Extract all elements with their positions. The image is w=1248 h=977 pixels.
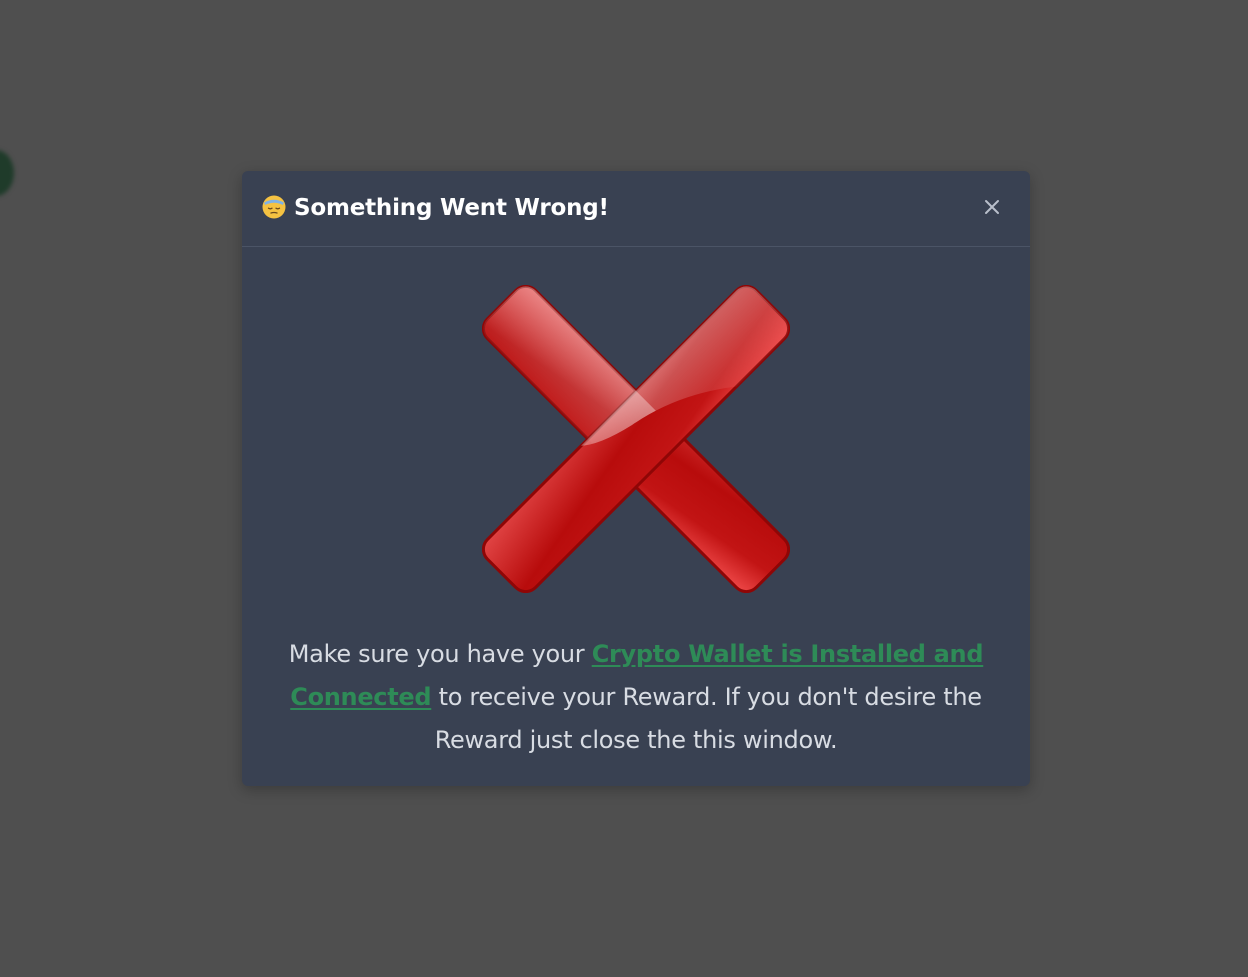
message-text-before: Make sure you have your (288, 640, 592, 668)
dialog-title: Something Went Wrong! (294, 195, 609, 221)
close-button[interactable] (978, 193, 1006, 221)
error-dialog: Something Went Wrong! Make sure you have… (242, 171, 1030, 786)
close-icon (985, 200, 999, 214)
red-x-error-icon (482, 285, 790, 593)
dialog-header: Something Went Wrong! (242, 171, 1030, 247)
background-decoration (0, 150, 14, 196)
message-text-after: to receive your Reward. If you don't des… (431, 683, 982, 754)
dialog-message: Make sure you have your Crypto Wallet is… (288, 633, 984, 762)
face-with-bandage-emoji-icon (262, 195, 286, 219)
